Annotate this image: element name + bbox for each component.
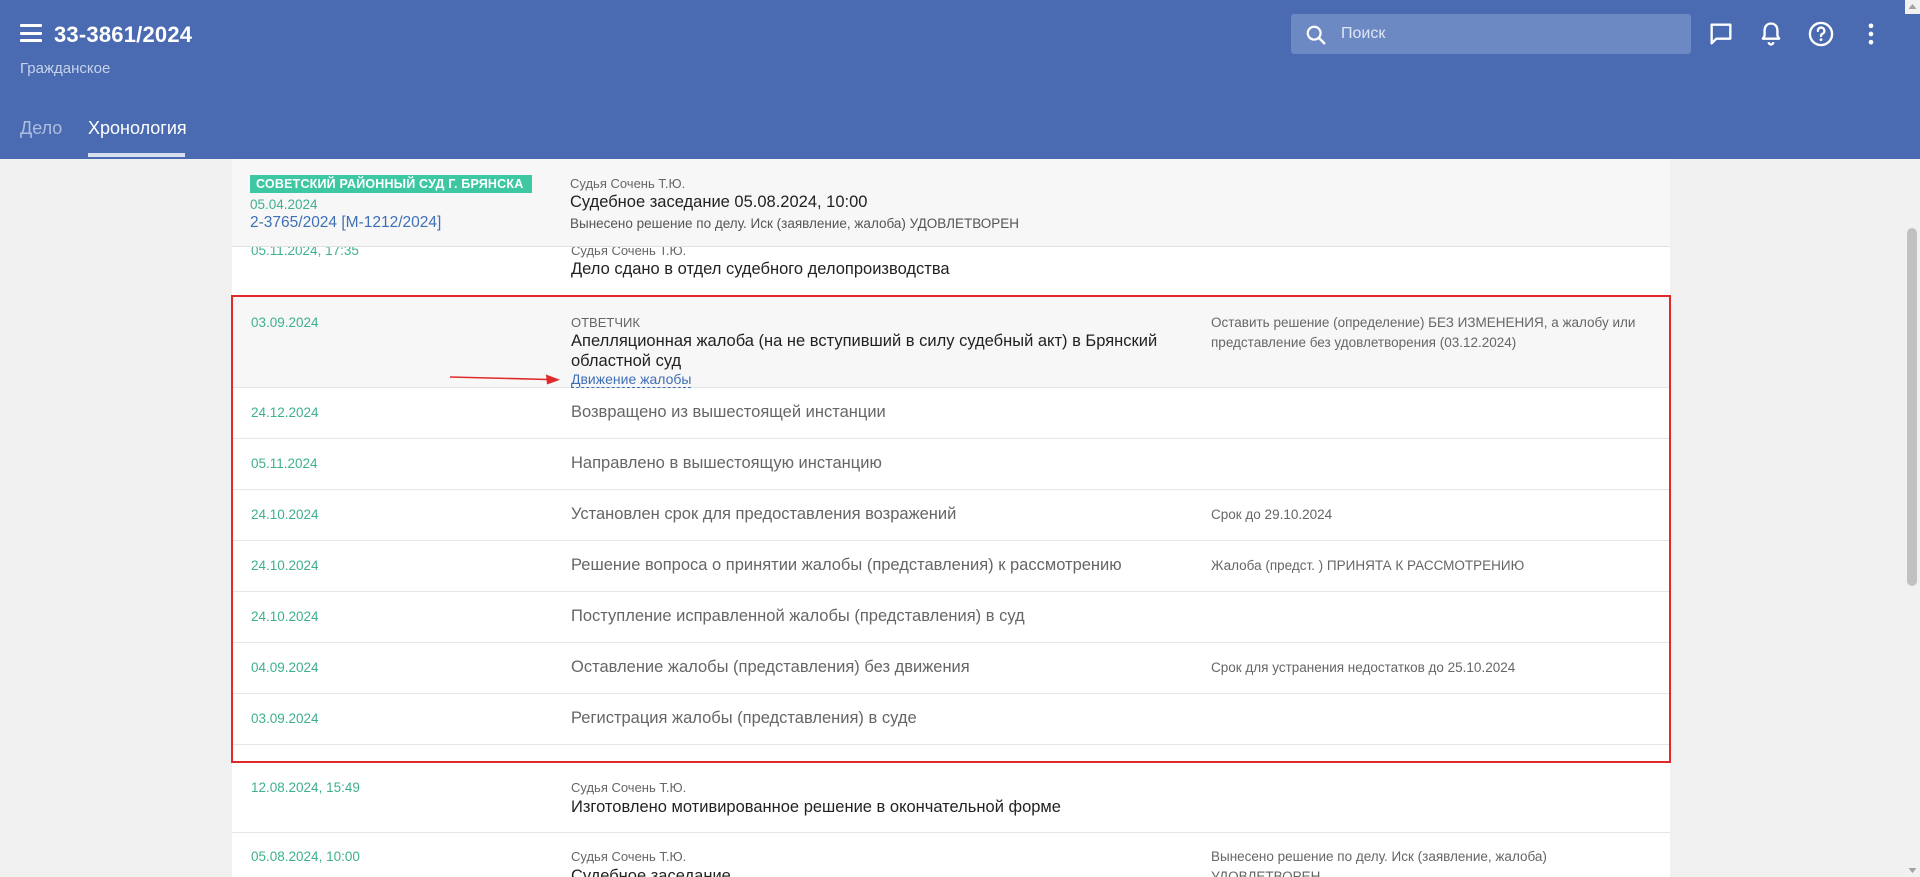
row-note-line1: Вынесено решение по делу. Иск (заявление… [1211,849,1547,864]
case-link[interactable]: 2-3765/2024 [М-1212/2024] [250,214,441,232]
row-event: Изготовлено мотивированное решение в око… [571,798,1061,816]
row-party: ОТВЕТЧИК [571,315,640,330]
search-icon [1306,25,1326,45]
movement-row[interactable]: 24.12.2024 Возвращено из вышестоящей инс… [232,388,1670,439]
row-date: 04.09.2024 [251,660,319,675]
help-icon[interactable] [1807,20,1835,48]
movement-row[interactable]: 24.10.2024 Поступление исправленной жало… [232,592,1670,643]
row-event: Установлен срок для предоставления возра… [571,505,957,523]
active-tab-indicator [88,153,185,157]
row-event: Направлено в вышестоящую инстанцию [571,454,882,472]
search-input[interactable] [1341,14,1681,54]
row-event-line1: Апелляционная жалоба (на не вступивший в… [571,332,1158,350]
timeline-row[interactable]: 12.08.2024, 15:49 Судья Сочень Т.Ю. Изго… [232,765,1670,833]
chat-icon[interactable] [1707,20,1735,48]
scroll-down-arrow[interactable] [1905,864,1920,877]
scrollbar-thumb[interactable] [1907,228,1917,586]
row-date: 24.10.2024 [251,507,319,522]
row-note: Срок для устранения недостатков до 25.10… [1211,660,1516,675]
row-date: 03.09.2024 [251,315,319,330]
row-date: 05.08.2024, 10:00 [251,849,360,864]
search-box[interactable] [1291,14,1691,54]
row-date: 05.11.2024 [251,456,318,471]
row-event: Дело сдано в отдел судебного делопроизво… [571,260,950,278]
row-date: 24.10.2024 [251,609,319,624]
row-date: 12.08.2024, 15:49 [251,780,360,795]
row-event: Поступление исправленной жалобы (предста… [571,607,1025,625]
row-note-line1: Оставить решение (определение) БЕЗ ИЗМЕН… [1211,315,1636,330]
case-summary-card: СОВЕТСКИЙ РАЙОННЫЙ СУД Г. БРЯНСКА 05.04.… [232,159,1670,247]
menu-icon[interactable] [20,24,42,42]
row-event: Решение вопроса о принятии жалобы (предс… [571,556,1122,574]
page-title: 33-3861/2024 [54,22,193,47]
arrow-annotation [449,374,560,385]
more-vert-icon[interactable] [1857,20,1885,48]
court-badge: СОВЕТСКИЙ РАЙОННЫЙ СУД Г. БРЯНСКА [250,175,532,193]
appeal-movement-link[interactable]: Движение жалобы [571,371,692,388]
row-note-line2: УДОВЛЕТВОРЕН [1211,869,1321,877]
tab-chronology[interactable]: Хронология [88,118,187,139]
row-judge: Судья Сочень Т.Ю. [571,849,687,864]
row-event: Судебное заседание [571,867,731,877]
row-event: Оставление жалобы (представления) без дв… [571,658,970,676]
row-date: 03.09.2024 [251,711,319,726]
row-note: Жалоба (предст. ) ПРИНЯТА К РАССМОТРЕНИЮ [1211,558,1525,573]
event-result: Вынесено решение по делу. Иск (заявление… [570,216,1020,231]
bell-icon[interactable] [1757,20,1785,48]
row-event-line2: областной суд [571,352,682,370]
row-event: Регистрация жалобы (представления) в суд… [571,709,917,727]
timeline-panel: СОВЕТСКИЙ РАЙОННЫЙ СУД Г. БРЯНСКА 05.04.… [232,159,1670,877]
row-date: 24.12.2024 [251,405,319,420]
movement-row[interactable]: 24.10.2024 Установлен срок для предостав… [232,490,1670,541]
movement-row[interactable]: 24.10.2024 Решение вопроса о принятии жа… [232,541,1670,592]
case-date: 05.04.2024 [250,197,318,212]
timeline-row[interactable]: 05.08.2024, 10:00 Судья Сочень Т.Ю. Суде… [232,833,1670,877]
row-judge: Судья Сочень Т.Ю. [571,780,687,795]
scroll-up-arrow[interactable] [1905,0,1920,14]
case-type: Гражданское [20,60,111,77]
timeline-row[interactable]: 05.11.2024, 17:35 Судья Сочень Т.Ю. Дело… [232,243,1670,296]
row-note: Срок до 29.10.2024 [1211,507,1333,522]
movement-row[interactable]: 05.11.2024 Направлено в вышестоящую инст… [232,439,1670,490]
judge-name: Судья Сочень Т.Ю. [570,176,686,191]
movement-row[interactable]: 03.09.2024 Регистрация жалобы (представл… [232,694,1670,745]
row-note-line2: представление без удовлетворения (03.12.… [1211,335,1517,350]
tab-case[interactable]: Дело [20,118,62,139]
row-event: Возвращено из вышестоящей инстанции [571,403,886,421]
movement-row[interactable]: 04.09.2024 Оставление жалобы (представле… [232,643,1670,694]
app-header: 33-3861/2024 Гражданское Дело Хронология [0,0,1920,159]
event-title: Судебное заседание 05.08.2024, 10:00 [570,193,868,211]
row-date: 24.10.2024 [251,558,319,573]
